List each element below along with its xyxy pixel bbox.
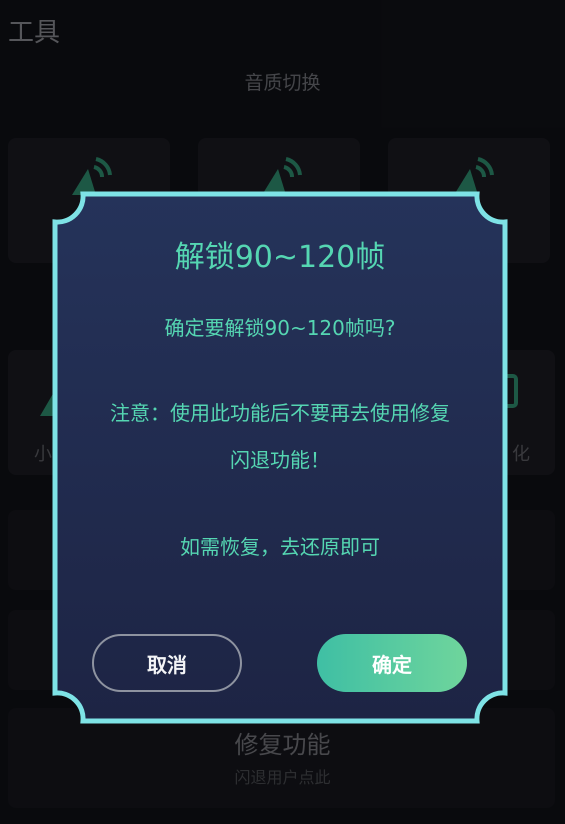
unlock-fps-dialog: 解锁90~120帧 确定要解锁90~120帧吗? 注意：使用此功能后不要再去使用… bbox=[51, 190, 509, 725]
dialog-restore-hint: 如需恢复，去还原即可 bbox=[180, 535, 380, 559]
screen: 工具 音质切换 小 化 修复功能 闪退用户点此 解锁90~120帧 确定要解锁9… bbox=[0, 0, 565, 824]
dialog-title: 解锁90~120帧 bbox=[174, 240, 386, 275]
dialog-question: 确定要解锁90~120帧吗? bbox=[164, 316, 396, 340]
confirm-button[interactable]: 确定 bbox=[317, 634, 467, 692]
dialog-note-line-2: 闪退功能！ bbox=[230, 448, 330, 472]
cancel-button[interactable]: 取消 bbox=[92, 634, 242, 692]
dialog-note-line-1: 注意：使用此功能后不要再去使用修复 bbox=[110, 401, 450, 425]
